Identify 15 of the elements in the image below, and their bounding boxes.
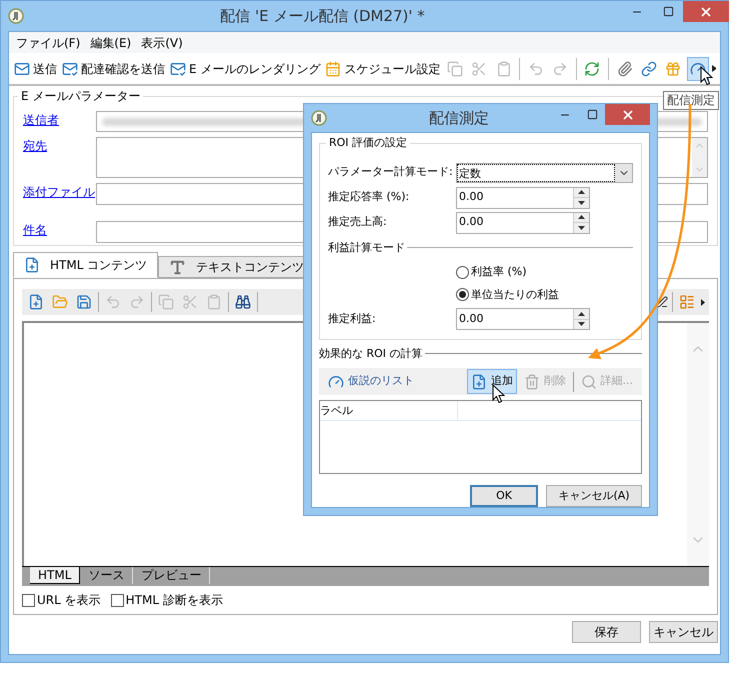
dialog-title: 配信測定 — [429, 108, 489, 128]
subsection-title: 利益計算モード — [328, 240, 405, 256]
field-label: パラメーター計算モード: — [328, 164, 454, 180]
field-label: 推定応答率 (%): — [328, 189, 410, 206]
section-title: 効果的な ROI の計算 — [319, 346, 423, 362]
tooltip: 配信測定 — [663, 91, 719, 110]
radio-label: 単位当たりの利益 — [471, 286, 559, 302]
group-title: E メールパラメーター — [18, 89, 144, 103]
field-label: 推定売上高: — [328, 214, 388, 230]
window-title: 配信 'E メール配信 (DM27)' * — [220, 6, 425, 27]
checkbox-label: HTML 診断を表示 — [126, 592, 223, 609]
radio-label: 利益率 (%) — [471, 264, 527, 280]
group-title: ROI 評価の設定 — [326, 136, 410, 150]
checkbox-label: URL を表示 — [37, 592, 101, 609]
field-label: 推定利益: — [328, 310, 377, 327]
